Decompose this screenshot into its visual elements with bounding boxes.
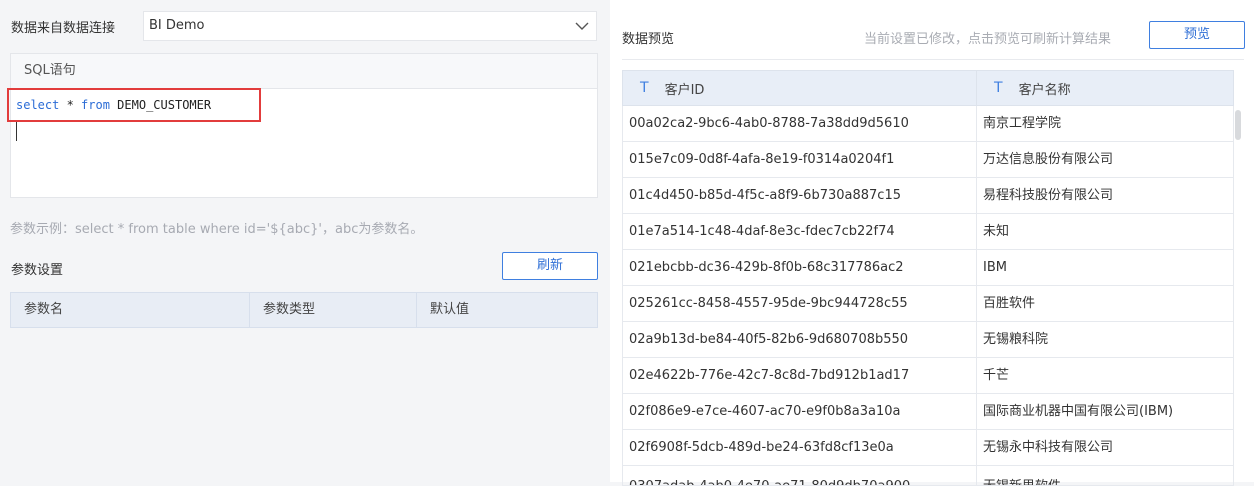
cell-customer-id: 02a9b13d-be84-40f5-82b6-9d680708b550 (623, 322, 977, 357)
cell-customer-name: 无锡粮科院 (983, 332, 1049, 347)
table-row[interactable]: 025261cc-8458-4557-95de-9bc944728c55 百胜软件 (622, 286, 1234, 322)
preview-table: T 客户ID T 客户名称 00a02ca2-9bc6-4ab0-8788-7a… (622, 70, 1234, 486)
preview-title: 数据预览 (622, 32, 675, 47)
param-col-name: 参数名 (11, 293, 250, 327)
cell-customer-id: 02f6908f-5dcb-489d-be24-63fd8cf13e0a (623, 430, 977, 465)
cell-customer-id: 02e4622b-776e-42c7-8c8d-7bd912b1ad17 (623, 358, 977, 393)
table-row[interactable]: 015e7c09-0d8f-4afa-8e19-f0314a0204f1 万达信息… (622, 142, 1234, 178)
column-label: 客户名称 (1018, 82, 1071, 98)
highlight-box (7, 88, 261, 122)
chevron-down-icon (575, 22, 589, 30)
param-col-default: 默认值 (430, 302, 470, 317)
cell-customer-name: 无锡永中科技有限公司 (983, 440, 1114, 455)
cell-customer-id: 01c4d450-b85d-4f5c-a8f9-6b730a887c15 (623, 178, 977, 213)
cell-customer-name: IBM (983, 260, 1007, 275)
text-caret (16, 122, 17, 141)
cell-customer-id: 0307adab-4ab0-4e70-ae71-80d9db70a900 (623, 466, 977, 485)
cell-customer-name: 易程科技股份有限公司 (983, 188, 1114, 203)
cell-customer-name: 未知 (983, 224, 1010, 239)
param-hint: 参数示例：select * from table where id='${abc… (10, 222, 424, 237)
table-row[interactable]: 02e4622b-776e-42c7-8c8d-7bd912b1ad17 千芒 (622, 358, 1234, 394)
table-row[interactable]: 02f086e9-e7ce-4607-ac70-e9f0b8a3a10a 国际商业… (622, 394, 1234, 430)
column-header-customer-name[interactable]: T 客户名称 (977, 71, 1233, 105)
sql-editor[interactable]: SQL语句 select * from DEMO_CUSTOMER (10, 53, 598, 198)
cell-customer-name: 千芒 (983, 368, 1010, 383)
cell-customer-name: 国际商业机器中国有限公司(IBM) (983, 404, 1174, 419)
data-source-panel: 数据来自数据连接 BI Demo SQL语句 select * from DEM… (0, 0, 610, 482)
preview-button[interactable]: 预览 (1149, 21, 1245, 49)
cell-customer-name: 无锡新思软件 (977, 466, 1233, 485)
text-type-icon: T (640, 80, 649, 96)
param-table-header: 参数名 参数类型 默认值 (10, 292, 598, 328)
preview-table-header: T 客户ID T 客户名称 (622, 70, 1234, 106)
cell-customer-name: 万达信息股份有限公司 (983, 152, 1114, 167)
preview-note: 当前设置已修改，点击预览可刷新计算结果 (864, 32, 1112, 47)
param-col-type: 参数类型 (250, 293, 417, 327)
data-preview-panel: 数据预览 当前设置已修改，点击预览可刷新计算结果 预览 T 客户ID T 客户名… (610, 0, 1254, 486)
cell-customer-name: 南京工程学院 (983, 116, 1062, 131)
cell-customer-id: 00a02ca2-9bc6-4ab0-8788-7a38dd9d5610 (623, 106, 977, 141)
connection-select[interactable]: BI Demo (143, 11, 597, 41)
connection-value: BI Demo (149, 18, 205, 33)
sql-header: SQL语句 (11, 54, 597, 89)
cell-customer-name: 百胜软件 (983, 296, 1036, 311)
connection-label: 数据来自数据连接 (11, 21, 116, 36)
column-header-customer-id[interactable]: T 客户ID (623, 71, 977, 105)
table-row[interactable]: 0307adab-4ab0-4e70-ae71-80d9db70a900无锡新思… (622, 466, 1234, 486)
table-row[interactable]: 02a9b13d-be84-40f5-82b6-9d680708b550 无锡粮科… (622, 322, 1234, 358)
param-settings-title: 参数设置 (11, 263, 64, 278)
text-type-icon: T (994, 80, 1003, 96)
cell-customer-id: 025261cc-8458-4557-95de-9bc944728c55 (623, 286, 977, 321)
divider (622, 59, 1244, 60)
cell-customer-id: 021ebcbb-dc36-429b-8f0b-68c317786ac2 (623, 250, 977, 285)
cell-customer-id: 01e7a514-1c48-4daf-8e3c-fdec7cb22f74 (623, 214, 977, 249)
cell-customer-id: 015e7c09-0d8f-4afa-8e19-f0314a0204f1 (623, 142, 977, 177)
table-row[interactable]: 02f6908f-5dcb-489d-be24-63fd8cf13e0a 无锡永中… (622, 430, 1234, 466)
cell-customer-id: 02f086e9-e7ce-4607-ac70-e9f0b8a3a10a (623, 394, 977, 429)
refresh-button[interactable]: 刷新 (502, 252, 598, 280)
scroll-thumb[interactable] (1235, 110, 1241, 140)
vertical-scrollbar[interactable] (1234, 106, 1242, 482)
column-label: 客户ID (664, 82, 705, 98)
table-row[interactable]: 021ebcbb-dc36-429b-8f0b-68c317786ac2 IBM (622, 250, 1234, 286)
preview-table-body: 00a02ca2-9bc6-4ab0-8788-7a38dd9d5610 南京工程… (622, 106, 1234, 486)
table-row[interactable]: 00a02ca2-9bc6-4ab0-8788-7a38dd9d5610 南京工程… (622, 106, 1234, 142)
table-row[interactable]: 01c4d450-b85d-4f5c-a8f9-6b730a887c15 易程科技… (622, 178, 1234, 214)
table-row[interactable]: 01e7a514-1c48-4daf-8e3c-fdec7cb22f74 未知 (622, 214, 1234, 250)
